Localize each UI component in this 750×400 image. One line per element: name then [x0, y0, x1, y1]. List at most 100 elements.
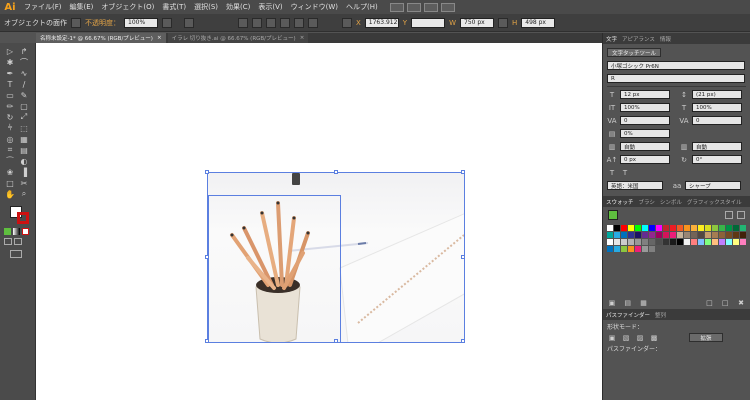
color-swatch[interactable]	[614, 232, 620, 238]
close-icon[interactable]: ×	[157, 35, 162, 41]
align-top-icon[interactable]	[280, 17, 290, 28]
color-swatch[interactable]	[719, 239, 725, 245]
color-swatch[interactable]	[691, 239, 697, 245]
selection-tool-icon[interactable]: ▷	[4, 46, 16, 56]
delete-swatch-icon[interactable]: ✖	[736, 298, 746, 307]
horizontal-scale-field[interactable]: 100%	[692, 103, 742, 112]
color-swatch[interactable]	[621, 246, 627, 252]
leading-field[interactable]: (21 px)	[692, 90, 742, 99]
mesh-tool-icon[interactable]: ⌗	[4, 145, 16, 155]
color-swatch[interactable]	[663, 225, 669, 231]
column-graph-icon[interactable]: ▐	[18, 167, 30, 177]
tab-appearance[interactable]: アピアランス	[622, 35, 655, 43]
color-swatch[interactable]	[628, 232, 634, 238]
color-swatch[interactable]	[719, 232, 725, 238]
color-swatch[interactable]	[726, 225, 732, 231]
color-swatch[interactable]	[670, 239, 676, 245]
menu-window[interactable]: ウィンドウ(W)	[287, 2, 342, 12]
minus-front-icon[interactable]: ▧	[621, 333, 631, 342]
kerning-field[interactable]: 0	[620, 116, 670, 125]
menu-effect[interactable]: 効果(C)	[222, 2, 254, 12]
show-kinds-icon[interactable]: ▤	[623, 298, 633, 307]
color-swatch[interactable]	[656, 232, 662, 238]
color-swatch[interactable]	[691, 225, 697, 231]
gradient-tool-icon[interactable]: ▤	[18, 145, 30, 155]
bridge-icon[interactable]	[389, 2, 404, 12]
constrain-proportions-icon[interactable]	[498, 17, 508, 28]
baseline-shift-field[interactable]: 0 px	[620, 155, 670, 164]
slice-tool-icon[interactable]: ✂	[18, 178, 30, 188]
color-swatch[interactable]	[670, 225, 676, 231]
color-swatch[interactable]	[649, 239, 655, 245]
hand-tool-icon[interactable]: ✋	[4, 189, 16, 199]
font-family-dropdown[interactable]: 小塚ゴシック Pr6N	[607, 61, 745, 70]
color-swatch[interactable]	[698, 225, 704, 231]
color-swatch[interactable]	[628, 239, 634, 245]
handle-middle-right[interactable]	[461, 255, 465, 259]
color-swatch[interactable]	[684, 232, 690, 238]
font-size-field[interactable]: 12 px	[620, 90, 670, 99]
color-swatch[interactable]	[712, 239, 718, 245]
tab-graphic-styles[interactable]: グラフィックスタイル	[687, 198, 742, 206]
canvas[interactable]	[36, 43, 602, 400]
color-swatch[interactable]	[628, 225, 634, 231]
color-swatch[interactable]	[649, 232, 655, 238]
color-swatch[interactable]	[705, 232, 711, 238]
opacity-field[interactable]: 100%	[124, 17, 158, 28]
new-swatch-icon[interactable]: □	[720, 298, 730, 307]
x-field[interactable]: 1763.912	[364, 17, 399, 28]
color-swatch[interactable]	[621, 225, 627, 231]
stroke-swatch[interactable]	[17, 212, 29, 224]
color-swatch[interactable]	[677, 239, 683, 245]
tsume-field[interactable]: 0%	[620, 129, 670, 138]
color-swatch[interactable]	[670, 232, 676, 238]
draw-behind-icon[interactable]	[14, 238, 22, 245]
color-swatch[interactable]	[740, 232, 746, 238]
handle-top-center[interactable]	[334, 170, 338, 174]
color-swatch[interactable]	[607, 239, 613, 245]
color-swatch[interactable]	[649, 225, 655, 231]
tracking-field[interactable]: 0	[692, 116, 742, 125]
color-button[interactable]	[4, 228, 11, 235]
tab-symbols[interactable]: シンボル	[660, 198, 682, 206]
close-icon[interactable]: ×	[300, 35, 305, 41]
style-icon[interactable]	[184, 17, 194, 28]
mojiaki-right-dropdown[interactable]: 自動	[692, 142, 742, 151]
swatch-libraries-icon[interactable]: ▣	[607, 298, 617, 307]
lasso-icon[interactable]: ⌒	[18, 57, 30, 67]
color-swatch[interactable]	[621, 239, 627, 245]
menu-edit[interactable]: 編集(E)	[66, 2, 98, 12]
touch-type-button[interactable]: 文字タッチツール	[607, 48, 662, 57]
color-swatch[interactable]	[614, 225, 620, 231]
shape-builder-icon[interactable]: ◎	[4, 134, 16, 144]
type-tool-icon[interactable]: T	[4, 79, 16, 89]
menu-object[interactable]: オブジェクト(O)	[97, 2, 158, 12]
color-swatch[interactable]	[733, 225, 739, 231]
font-style-dropdown[interactable]: R	[607, 74, 745, 83]
blend-tool-icon[interactable]: ◐	[18, 156, 30, 166]
zoom-tool-icon[interactable]: ⌕	[18, 189, 30, 199]
menu-select[interactable]: 選択(S)	[190, 2, 222, 12]
color-swatch[interactable]	[607, 246, 613, 252]
pen-tool-icon[interactable]: ✒	[4, 68, 16, 78]
recolor-icon[interactable]	[71, 17, 81, 28]
handle-bottom-right[interactable]	[461, 339, 465, 343]
tab-brushes[interactable]: ブラシ	[639, 198, 655, 206]
tab-pathfinder[interactable]: パスファインダー	[606, 311, 650, 319]
tab-swatches[interactable]: スウォッチ	[606, 198, 634, 206]
color-swatch[interactable]	[614, 239, 620, 245]
color-swatch[interactable]	[663, 232, 669, 238]
mojiaki-left-dropdown[interactable]: 自動	[620, 142, 670, 151]
align-center-icon[interactable]	[252, 17, 262, 28]
screen-mode-button[interactable]	[0, 248, 35, 262]
align-left-icon[interactable]	[238, 17, 248, 28]
color-swatch[interactable]	[614, 246, 620, 252]
align-bottom-icon[interactable]	[308, 17, 318, 28]
symbol-sprayer-icon[interactable]: ❀	[4, 167, 16, 177]
thumbnail-view-icon[interactable]	[737, 211, 745, 219]
intersect-icon[interactable]: ▨	[635, 333, 645, 342]
color-swatch[interactable]	[698, 232, 704, 238]
character-rotation-field[interactable]: 0°	[692, 155, 742, 164]
eyedropper-icon[interactable]: ⁀	[4, 156, 16, 166]
free-transform-icon[interactable]: ⬚	[18, 123, 30, 133]
